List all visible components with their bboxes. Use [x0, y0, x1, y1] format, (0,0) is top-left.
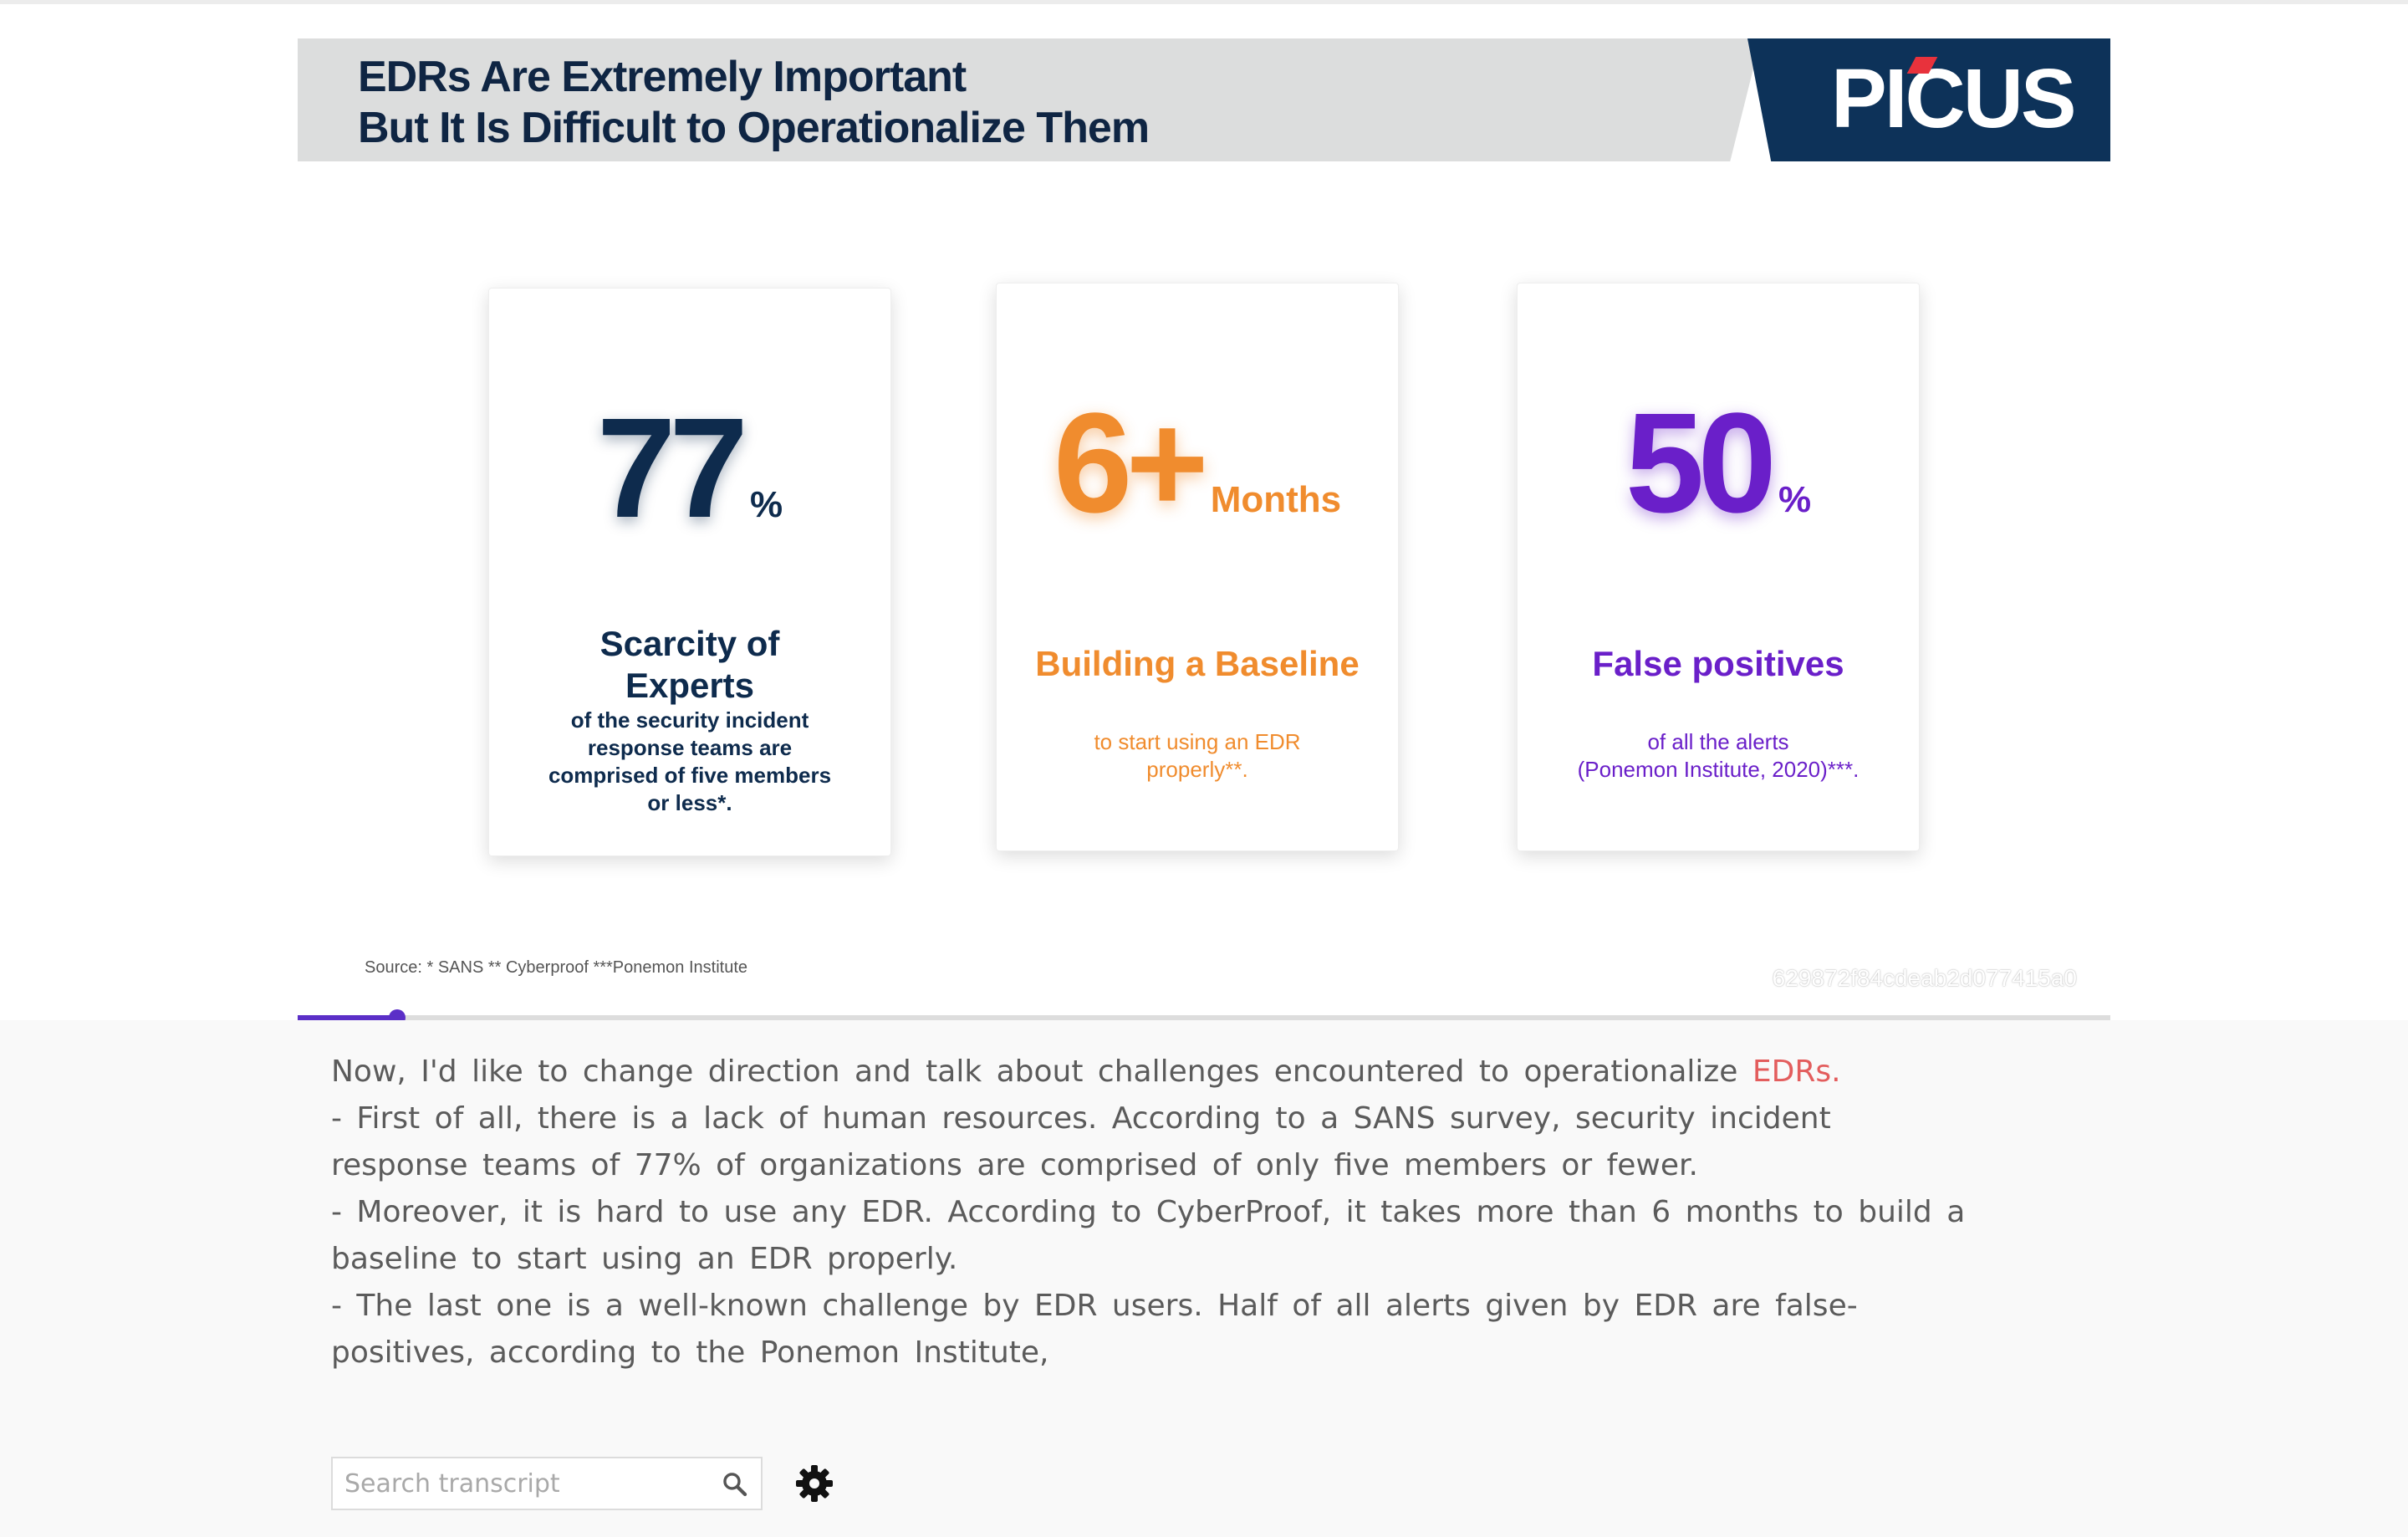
- slide-title-line: But It Is Difficult to Operationalize Th…: [358, 104, 1150, 152]
- card-heading-line: Experts: [625, 666, 755, 705]
- card-description-line: to start using an EDR: [1094, 729, 1301, 754]
- card-description-line: or less*.: [647, 790, 732, 815]
- card-description-line: of the security incident: [570, 707, 809, 733]
- card-heading: Building a Baseline: [1022, 643, 1373, 685]
- stat-card-baseline: 6+ Months Building a Baseline to start u…: [996, 283, 1399, 851]
- stat-number: 77: [596, 389, 748, 548]
- slide-title: EDRs Are Extremely Important But It Is D…: [358, 52, 1150, 154]
- transcript-search: [331, 1457, 763, 1510]
- card-description: to start using an EDR properly**.: [1030, 728, 1365, 784]
- stat-card-experts: 77 % Scarcity of Experts of the security…: [488, 288, 891, 856]
- card-heading: Scarcity of Experts: [514, 623, 865, 707]
- transcript-line: response teams of 77% of organizations a…: [331, 1148, 1698, 1182]
- card-description-line: properly**.: [1146, 757, 1248, 782]
- source-note: Source: * SANS ** Cyberproof ***Ponemon …: [365, 958, 748, 977]
- stat-number: 6+: [1053, 384, 1209, 543]
- transcript-line: baseline to start using an EDR properly.: [331, 1242, 958, 1276]
- search-input[interactable]: [333, 1458, 712, 1509]
- slide: EDRs Are Extremely Important But It Is D…: [298, 38, 2110, 1015]
- card-description-line: of all the alerts: [1647, 729, 1789, 754]
- top-border: [0, 0, 2408, 4]
- stat-value: 50 %: [1518, 384, 1919, 543]
- card-description-line: (Ponemon Institute, 2020)***.: [1577, 757, 1860, 782]
- slide-title-line: EDRs Are Extremely Important: [358, 53, 967, 101]
- transcript-text: Now, I'd like to change direction and ta…: [331, 1049, 2087, 1376]
- transcript-line-text: Now, I'd like to change direction and ta…: [331, 1054, 1752, 1089]
- card-heading: False positives: [1543, 643, 1894, 685]
- transcript-line: Now, I'd like to change direction and ta…: [331, 1049, 2087, 1095]
- transcript-line: positives, according to the Ponemon Inst…: [331, 1335, 1049, 1370]
- stat-number: 50: [1625, 384, 1777, 543]
- card-heading-line: False positives: [1592, 644, 1844, 683]
- transcript-line: - Moreover, it is hard to use any EDR. A…: [331, 1195, 1966, 1229]
- card-heading-line: Scarcity of: [599, 624, 780, 663]
- stat-unit: Months: [1210, 479, 1342, 520]
- picus-logo: PICUS: [1747, 38, 2110, 161]
- search-icon[interactable]: [721, 1470, 749, 1499]
- stat-value: 77 %: [489, 389, 890, 548]
- transcript-line: - First of all, there is a lack of human…: [331, 1101, 1831, 1136]
- card-description: of all the alerts (Ponemon Institute, 20…: [1551, 728, 1885, 784]
- watermark-id: 629872f84cdeab2d077415a0: [1772, 965, 2077, 991]
- logo-text: PICUS: [1831, 52, 2077, 146]
- stat-value: 6+ Months: [997, 384, 1398, 543]
- transcript-panel: Now, I'd like to change direction and ta…: [0, 1020, 2408, 1537]
- card-description-line: comprised of five members: [548, 763, 832, 788]
- transcript-highlight: EDRs.: [1752, 1054, 1841, 1089]
- gear-icon[interactable]: [794, 1463, 834, 1504]
- stat-unit: %: [749, 484, 783, 525]
- transcript-line: - The last one is a well-known challenge…: [331, 1289, 1858, 1323]
- stat-card-false-positives: 50 % False positives of all the alerts (…: [1517, 283, 1920, 851]
- card-heading-line: Building a Baseline: [1035, 644, 1360, 683]
- stat-unit: %: [1778, 479, 1812, 520]
- card-description-line: response teams are: [587, 735, 793, 760]
- card-description: of the security incident response teams …: [523, 707, 857, 817]
